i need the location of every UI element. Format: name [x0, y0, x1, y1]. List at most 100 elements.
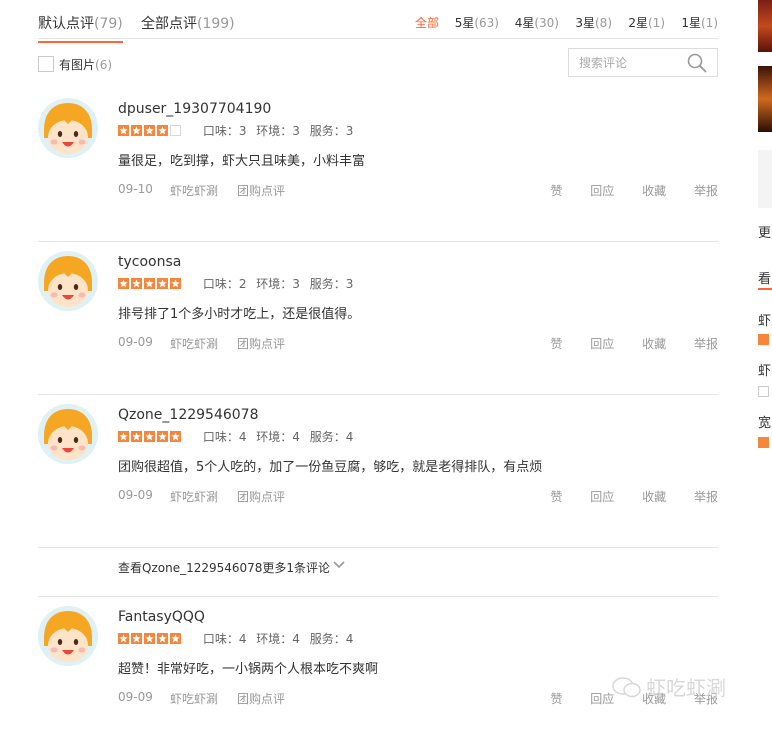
like-button[interactable]: 赞: [550, 490, 562, 504]
rail-header: 看: [758, 272, 772, 287]
review-meta: 09-10 虾吃虾涮 团购点评 赞 回应 收藏 举报: [118, 182, 718, 199]
favorite-button[interactable]: 收藏: [642, 490, 666, 504]
review-item: dpuser_19307704190 口味：3 环境：3 服务：3 量很足，吃到…: [38, 89, 718, 242]
review-meta: 09-09 虾吃虾涮 团购点评 赞 回应 收藏 举报: [118, 488, 718, 505]
filter-count: (63): [474, 16, 499, 30]
favorite-button[interactable]: 收藏: [642, 184, 666, 198]
star-filled-icon: [170, 431, 181, 442]
filter-label: 有图片: [59, 58, 96, 72]
review-content: 超赞！非常好吃，一小锅两个人根本吃不爽啊: [118, 662, 379, 677]
taste-score: 口味：3: [202, 124, 247, 138]
star-filled-icon: [131, 278, 142, 289]
chevron-down-icon[interactable]: [332, 560, 346, 570]
star-filled-icon: [170, 633, 181, 644]
review-list: dpuser_19307704190 口味：3 环境：3 服务：3 量很足，吃到…: [38, 89, 718, 749]
star-filter-3[interactable]: 3星(8): [575, 14, 612, 31]
avatar: [38, 251, 98, 311]
star-rating: [118, 278, 183, 290]
review-date: 09-09: [118, 690, 153, 704]
reply-button[interactable]: 回应: [590, 184, 614, 198]
filter-count: (6): [95, 58, 113, 72]
review-tabs: 默认点评(79) 全部点评(199) 全部 5星(63) 4星(30) 3星(8…: [38, 0, 718, 43]
review-content: 排号排了1个多小时才吃上，还是很值得。: [118, 307, 361, 322]
environment-score: 环境：4: [256, 632, 300, 646]
username[interactable]: tycoonsa: [118, 254, 181, 270]
review-date: 09-09: [118, 335, 153, 349]
thumbnail-image[interactable]: [758, 0, 772, 52]
username[interactable]: dpuser_19307704190: [118, 101, 271, 117]
report-button[interactable]: 举报: [694, 184, 718, 198]
filter-label: 1星: [681, 16, 701, 30]
search-icon[interactable]: [687, 53, 707, 73]
star-rating: [118, 431, 183, 443]
star-icon: [758, 437, 769, 448]
filter-label: 2星: [628, 16, 648, 30]
tab-label: 默认点评: [38, 16, 94, 32]
like-button[interactable]: 赞: [550, 184, 562, 198]
review-search: [568, 48, 718, 77]
more-link[interactable]: 更: [758, 222, 772, 241]
reply-button[interactable]: 回应: [590, 490, 614, 504]
has-photo-label[interactable]: 有图片(6): [59, 56, 112, 73]
watermark-text: 虾吃虾涮: [646, 676, 726, 700]
star-icon: [758, 386, 769, 397]
filter-label: 全部: [414, 16, 439, 30]
reply-button[interactable]: 回应: [590, 692, 614, 706]
taste-score: 口味：4: [202, 632, 247, 646]
rating-line: 口味：4 环境：4 服务：4: [118, 431, 359, 443]
more-reviews-row: 查看Qzone_1229546078更多1条评论: [38, 548, 718, 597]
star-filled-icon: [131, 633, 142, 644]
thumbnail-image[interactable]: [758, 150, 772, 208]
username[interactable]: Qzone_1229546078: [118, 407, 259, 423]
wechat-icon: [612, 677, 641, 698]
star-filled-icon: [144, 633, 155, 644]
like-button[interactable]: 赞: [550, 337, 562, 351]
rating-line: 口味：2 环境：3 服务：3: [118, 278, 359, 290]
star-filled-icon: [157, 278, 168, 289]
star-filter-all[interactable]: 全部: [415, 14, 439, 31]
review-actions: 赞 回应 收藏 举报: [526, 335, 718, 352]
rail-item-title[interactable]: 虾: [758, 360, 772, 379]
star-filled-icon: [157, 633, 168, 644]
favorite-button[interactable]: 收藏: [642, 337, 666, 351]
like-button[interactable]: 赞: [550, 692, 562, 706]
tab-all-reviews[interactable]: 全部点评(199): [141, 13, 235, 33]
search-input[interactable]: [569, 49, 699, 76]
rail-item-title[interactable]: 宽: [758, 412, 772, 431]
rating-line: 口味：3 环境：3 服务：3: [118, 125, 359, 137]
review-content: 团购很超值，5个人吃的，加了一份鱼豆腐，够吃，就是老得排队，有点烦: [118, 460, 543, 475]
star-filled-icon: [118, 431, 129, 442]
filter-label: 3星: [575, 16, 595, 30]
shop-link[interactable]: 虾吃虾涮: [170, 182, 218, 199]
service-score: 服务：4: [309, 430, 354, 444]
taste-score: 口味：2: [202, 277, 247, 291]
star-filter-5[interactable]: 5星(63): [455, 14, 499, 31]
star-filled-icon: [144, 431, 155, 442]
review-source: 团购点评: [237, 490, 286, 504]
service-score: 服务：3: [309, 277, 354, 291]
review-meta: 09-09 虾吃虾涮 团购点评 赞 回应 收藏 举报: [118, 335, 718, 352]
username[interactable]: FantasyQQQ: [118, 609, 205, 625]
tab-count: (79): [94, 16, 123, 32]
shop-link[interactable]: 虾吃虾涮: [170, 335, 218, 352]
shop-link[interactable]: 虾吃虾涮: [170, 690, 218, 707]
thumbnail-image[interactable]: [758, 66, 772, 132]
star-filled-icon: [118, 633, 129, 644]
shop-link[interactable]: 虾吃虾涮: [170, 488, 218, 505]
star-rating: [118, 125, 183, 137]
report-button[interactable]: 举报: [694, 337, 718, 351]
report-button[interactable]: 举报: [694, 490, 718, 504]
more-reviews-link[interactable]: 查看Qzone_1229546078更多1条评论: [118, 559, 330, 576]
star-filter-4[interactable]: 4星(30): [515, 14, 559, 31]
right-sidebar-clipped: 更 看 虾 虾 宽: [756, 0, 772, 725]
reply-button[interactable]: 回应: [590, 337, 614, 351]
star-filled-icon: [131, 431, 142, 442]
rail-divider: [758, 288, 772, 290]
review-source: 团购点评: [237, 184, 286, 198]
rail-item-title[interactable]: 虾: [758, 310, 772, 329]
star-rating: [118, 633, 183, 645]
filter-count: (8): [595, 16, 612, 30]
star-filter-2[interactable]: 2星(1): [628, 14, 665, 31]
has-photo-checkbox[interactable]: [38, 56, 54, 72]
star-filter-1[interactable]: 1星(1): [681, 14, 718, 31]
